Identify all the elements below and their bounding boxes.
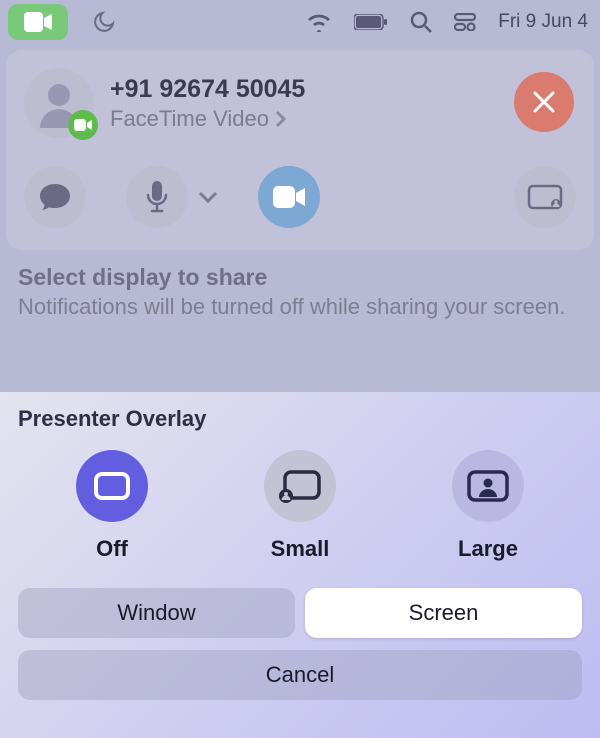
call-panel: +91 92674 50045 FaceTime Video — [6, 50, 594, 250]
overlay-option-small[interactable]: Small — [240, 450, 360, 562]
menubar-right: Fri 9 Jun 4 — [306, 11, 592, 33]
messages-button[interactable] — [24, 166, 86, 228]
search-icon[interactable] — [410, 11, 432, 33]
close-icon — [531, 89, 557, 115]
close-button[interactable] — [514, 72, 574, 132]
overlay-options: Off Small Large — [18, 450, 582, 562]
facetime-badge-icon — [68, 110, 98, 140]
contact-avatar[interactable] — [24, 68, 94, 138]
share-screen-button[interactable] — [514, 166, 576, 228]
microphone-button[interactable] — [126, 166, 188, 228]
facetime-app-icon[interactable] — [8, 4, 68, 40]
contact-number: +91 92674 50045 — [110, 75, 305, 104]
overlay-off-icon — [76, 450, 148, 522]
video-icon — [273, 186, 305, 208]
presenter-overlay-sheet: Presenter Overlay Off Small — [0, 392, 600, 738]
contact-subtitle-text: FaceTime Video — [110, 106, 269, 132]
share-title: Select display to share — [18, 264, 582, 291]
wifi-icon[interactable] — [306, 12, 332, 32]
overlay-option-off[interactable]: Off — [52, 450, 172, 562]
overlay-large-label: Large — [458, 536, 518, 562]
share-description: Notifications will be turned off while s… — [18, 293, 582, 322]
contact-subtitle: FaceTime Video — [110, 106, 305, 132]
share-screen-icon — [527, 184, 563, 210]
call-controls — [24, 166, 576, 228]
overlay-small-icon — [264, 450, 336, 522]
control-center-icon[interactable] — [454, 13, 476, 31]
battery-icon[interactable] — [354, 14, 388, 30]
screen-segment-button[interactable]: Screen — [305, 588, 582, 638]
overlay-off-label: Off — [96, 536, 128, 562]
overlay-small-label: Small — [271, 536, 330, 562]
microphone-icon — [146, 181, 168, 213]
cancel-label: Cancel — [266, 662, 334, 688]
menubar: Fri 9 Jun 4 — [0, 0, 600, 44]
share-mode-segment: Window Screen — [18, 588, 582, 638]
video-button[interactable] — [258, 166, 320, 228]
menubar-left — [8, 4, 116, 40]
window-segment-button[interactable]: Window — [18, 588, 295, 638]
overlay-option-large[interactable]: Large — [428, 450, 548, 562]
mic-control-group — [126, 166, 218, 228]
share-display-section: Select display to share Notifications wi… — [18, 264, 582, 322]
do-not-disturb-icon[interactable] — [92, 10, 116, 34]
presenter-overlay-title: Presenter Overlay — [18, 406, 582, 432]
menubar-date[interactable]: Fri 9 Jun 4 — [498, 11, 588, 33]
window-segment-label: Window — [117, 600, 195, 626]
message-icon — [38, 182, 72, 212]
overlay-large-icon — [452, 450, 524, 522]
contact-info[interactable]: +91 92674 50045 FaceTime Video — [110, 75, 305, 132]
chevron-right-icon — [275, 110, 287, 128]
mic-options-chevron[interactable] — [198, 191, 218, 203]
screen-segment-label: Screen — [409, 600, 479, 626]
chevron-down-icon — [198, 191, 218, 203]
cancel-button[interactable]: Cancel — [18, 650, 582, 700]
contact-row: +91 92674 50045 FaceTime Video — [24, 68, 576, 138]
